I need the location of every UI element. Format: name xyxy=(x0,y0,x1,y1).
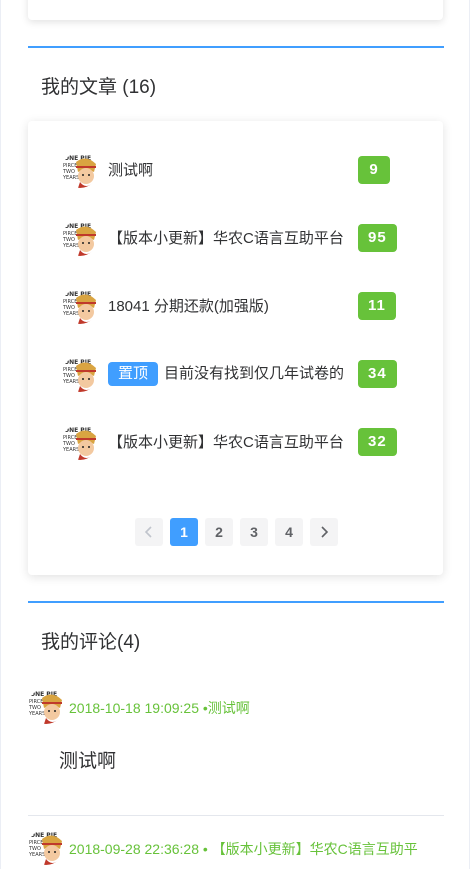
avatar: ONE PIE PIRCE TWO YEARS xyxy=(28,829,64,865)
article-title[interactable]: 测试啊 xyxy=(108,161,348,181)
profile-page: 我的文章 (16) ONE PIE PIRCE TWO YEARS 测试啊 9 … xyxy=(0,0,470,869)
comment-article-link[interactable]: 【版本小更新】华农C语言互助平 xyxy=(212,841,418,857)
article-item[interactable]: ONE PIE PIRCE TWO YEARS 置顶 目前没有找到仅几年试卷的 3… xyxy=(62,356,402,394)
article-title[interactable]: 18041 分期还款(加强版) xyxy=(108,297,348,317)
svg-text:YEARS: YEARS xyxy=(62,175,79,181)
article-item[interactable]: ONE PIE PIRCE TWO YEARS 测试啊 9 xyxy=(62,152,402,190)
comment-time: 2018-09-28 22:36:28 xyxy=(69,841,199,857)
svg-text:YEARS: YEARS xyxy=(28,852,45,858)
previous-card xyxy=(28,0,443,20)
article-title[interactable]: 【版本小更新】华农C语言互助平台 xyxy=(108,433,348,453)
comment-item: ONE PIE PIRCE TWO YEARS 2018-09-28 22:36… xyxy=(28,829,444,869)
comment-item: ONE PIE PIRCE TWO YEARS 2018-10-18 19:09… xyxy=(28,688,444,808)
comment-article-link[interactable]: 测试啊 xyxy=(208,700,250,716)
separator-dot: • xyxy=(202,841,208,857)
avatar: ONE PIE PIRCE TWO YEARS xyxy=(28,688,64,724)
avatar: ONE PIE PIRCE TWO YEARS xyxy=(62,220,98,256)
avatar: ONE PIE PIRCE TWO YEARS xyxy=(62,424,98,460)
view-count-badge: 11 xyxy=(358,292,396,320)
chevron-right-icon xyxy=(321,526,329,538)
svg-text:YEARS: YEARS xyxy=(62,243,79,249)
comment-meta: 2018-09-28 22:36:28 • 【版本小更新】华农C语言互助平 xyxy=(69,840,418,858)
avatar: ONE PIE PIRCE TWO YEARS xyxy=(62,152,98,188)
avatar: ONE PIE PIRCE TWO YEARS xyxy=(62,356,98,392)
svg-text:YEARS: YEARS xyxy=(62,379,79,385)
article-title-text: 目前没有找到仅几年试卷的 xyxy=(164,365,345,382)
svg-text:YEARS: YEARS xyxy=(62,311,79,317)
view-count-badge: 9 xyxy=(358,156,390,184)
pinned-tag: 置顶 xyxy=(108,362,159,386)
comment-divider xyxy=(28,815,444,816)
chevron-left-icon xyxy=(144,526,152,538)
svg-text:YEARS: YEARS xyxy=(62,447,79,453)
page-button-1[interactable]: 1 xyxy=(170,518,198,546)
view-count-badge: 32 xyxy=(358,428,397,456)
article-item[interactable]: ONE PIE PIRCE TWO YEARS 【版本小更新】华农C语言互助平台… xyxy=(62,220,402,258)
article-title[interactable]: 【版本小更新】华农C语言互助平台 xyxy=(108,229,348,249)
view-count-badge: 34 xyxy=(358,360,397,388)
view-count-badge: 95 xyxy=(358,224,397,252)
article-title[interactable]: 置顶 目前没有找到仅几年试卷的 xyxy=(108,362,348,386)
articles-card: ONE PIE PIRCE TWO YEARS 测试啊 9 ONE PIE PI… xyxy=(28,121,443,575)
next-page-button[interactable] xyxy=(310,518,338,546)
articles-section-title: 我的文章 (16) xyxy=(41,77,157,98)
article-item[interactable]: ONE PIE PIRCE TWO YEARS 18041 分期还款(加强版) … xyxy=(62,288,402,326)
page-button-4[interactable]: 4 xyxy=(275,518,303,546)
page-button-2[interactable]: 2 xyxy=(205,518,233,546)
prev-page-button[interactable] xyxy=(135,518,163,546)
comment-meta: 2018-10-18 19:09:25 •测试啊 xyxy=(69,699,250,717)
comment-body: 测试啊 xyxy=(59,751,117,772)
svg-text:YEARS: YEARS xyxy=(28,711,45,717)
avatar: ONE PIE PIRCE TWO YEARS xyxy=(62,288,98,324)
comments-section-title: 我的评论(4) xyxy=(41,632,141,653)
comments-divider xyxy=(28,601,444,603)
comment-time: 2018-10-18 19:09:25 xyxy=(69,700,199,716)
articles-divider xyxy=(28,46,444,48)
page-button-3[interactable]: 3 xyxy=(240,518,268,546)
article-item[interactable]: ONE PIE PIRCE TWO YEARS 【版本小更新】华农C语言互助平台… xyxy=(62,424,402,462)
